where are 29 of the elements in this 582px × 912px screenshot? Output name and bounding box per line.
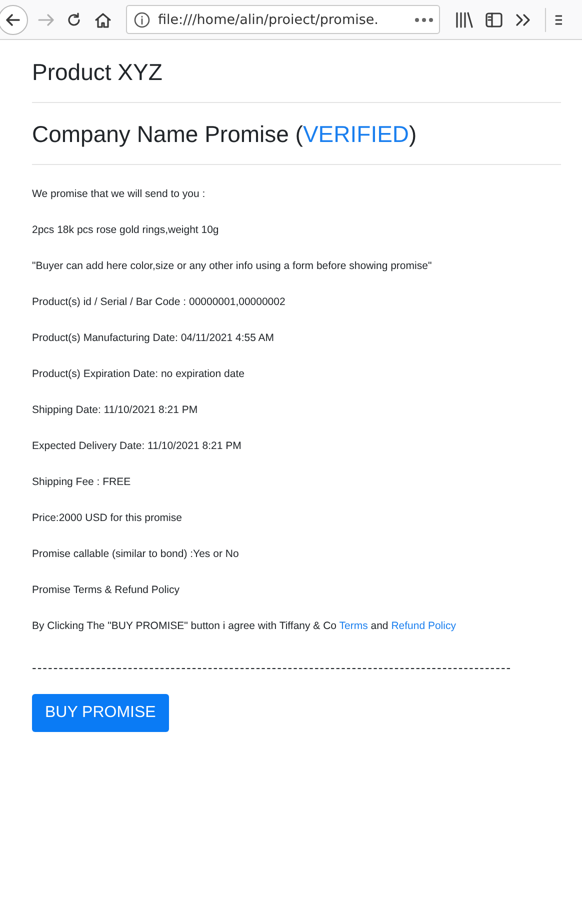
promise-text: Product(s) Expiration Date: no expiration date xyxy=(32,368,246,381)
promise-text: Product(s) id / Serial / Bar Code : 00000001,00000002 xyxy=(32,296,286,309)
info-icon[interactable] xyxy=(134,12,150,28)
promise-text: Expected Delivery Date: 11/10/2021 8:21 PM xyxy=(32,440,242,453)
home-icon[interactable] xyxy=(94,10,112,28)
link[interactable]: Refund Policy xyxy=(391,620,456,632)
promise-text: Promise Terms & Refund Policy xyxy=(32,584,180,597)
more-icon[interactable] xyxy=(415,18,433,22)
promise-title: Company Name Promise (VERIFIED) xyxy=(32,120,418,148)
address-bar[interactable]: file:///home/alin/proiect/promise. xyxy=(126,5,440,34)
library-icon[interactable] xyxy=(455,12,473,28)
promise-text: Product(s) Manufacturing Date: 04/11/2021 4:55 AM xyxy=(32,332,276,345)
promise-text: Promise callable (similar to bond) :Yes or No xyxy=(32,548,240,561)
buy-button[interactable]: BUY PROMISE xyxy=(32,694,169,732)
promise-text: "Buyer can add here color,size or any other info using a form before showing promise" xyxy=(32,260,433,273)
separator-text: ------------------------------------------------------------------------------------------ xyxy=(32,660,513,675)
link[interactable]: Terms xyxy=(339,620,368,632)
chevrons-icon[interactable] xyxy=(515,12,531,26)
url-text: file:///home/alin/proiect/promise. xyxy=(158,12,378,28)
reload-icon[interactable] xyxy=(66,12,82,28)
promise-text: 2pcs 18k pcs rose gold rings,weight 10g xyxy=(32,224,220,237)
page-title: Product XYZ xyxy=(32,58,164,86)
promise-text: We promise that we will send to you : xyxy=(32,188,206,201)
promise-text: Price:2000 USD for this promise xyxy=(32,512,183,525)
agreement-text: By Clicking The "BUY PROMISE" button i agree with Tiffany & Co Terms and Refund Policy xyxy=(32,620,457,633)
back-button[interactable] xyxy=(0,4,28,34)
promise-text: Shipping Fee : FREE xyxy=(32,476,132,489)
sidebar-icon[interactable] xyxy=(485,12,503,28)
promise-text: Shipping Date: 11/10/2021 8:21 PM xyxy=(32,404,199,417)
